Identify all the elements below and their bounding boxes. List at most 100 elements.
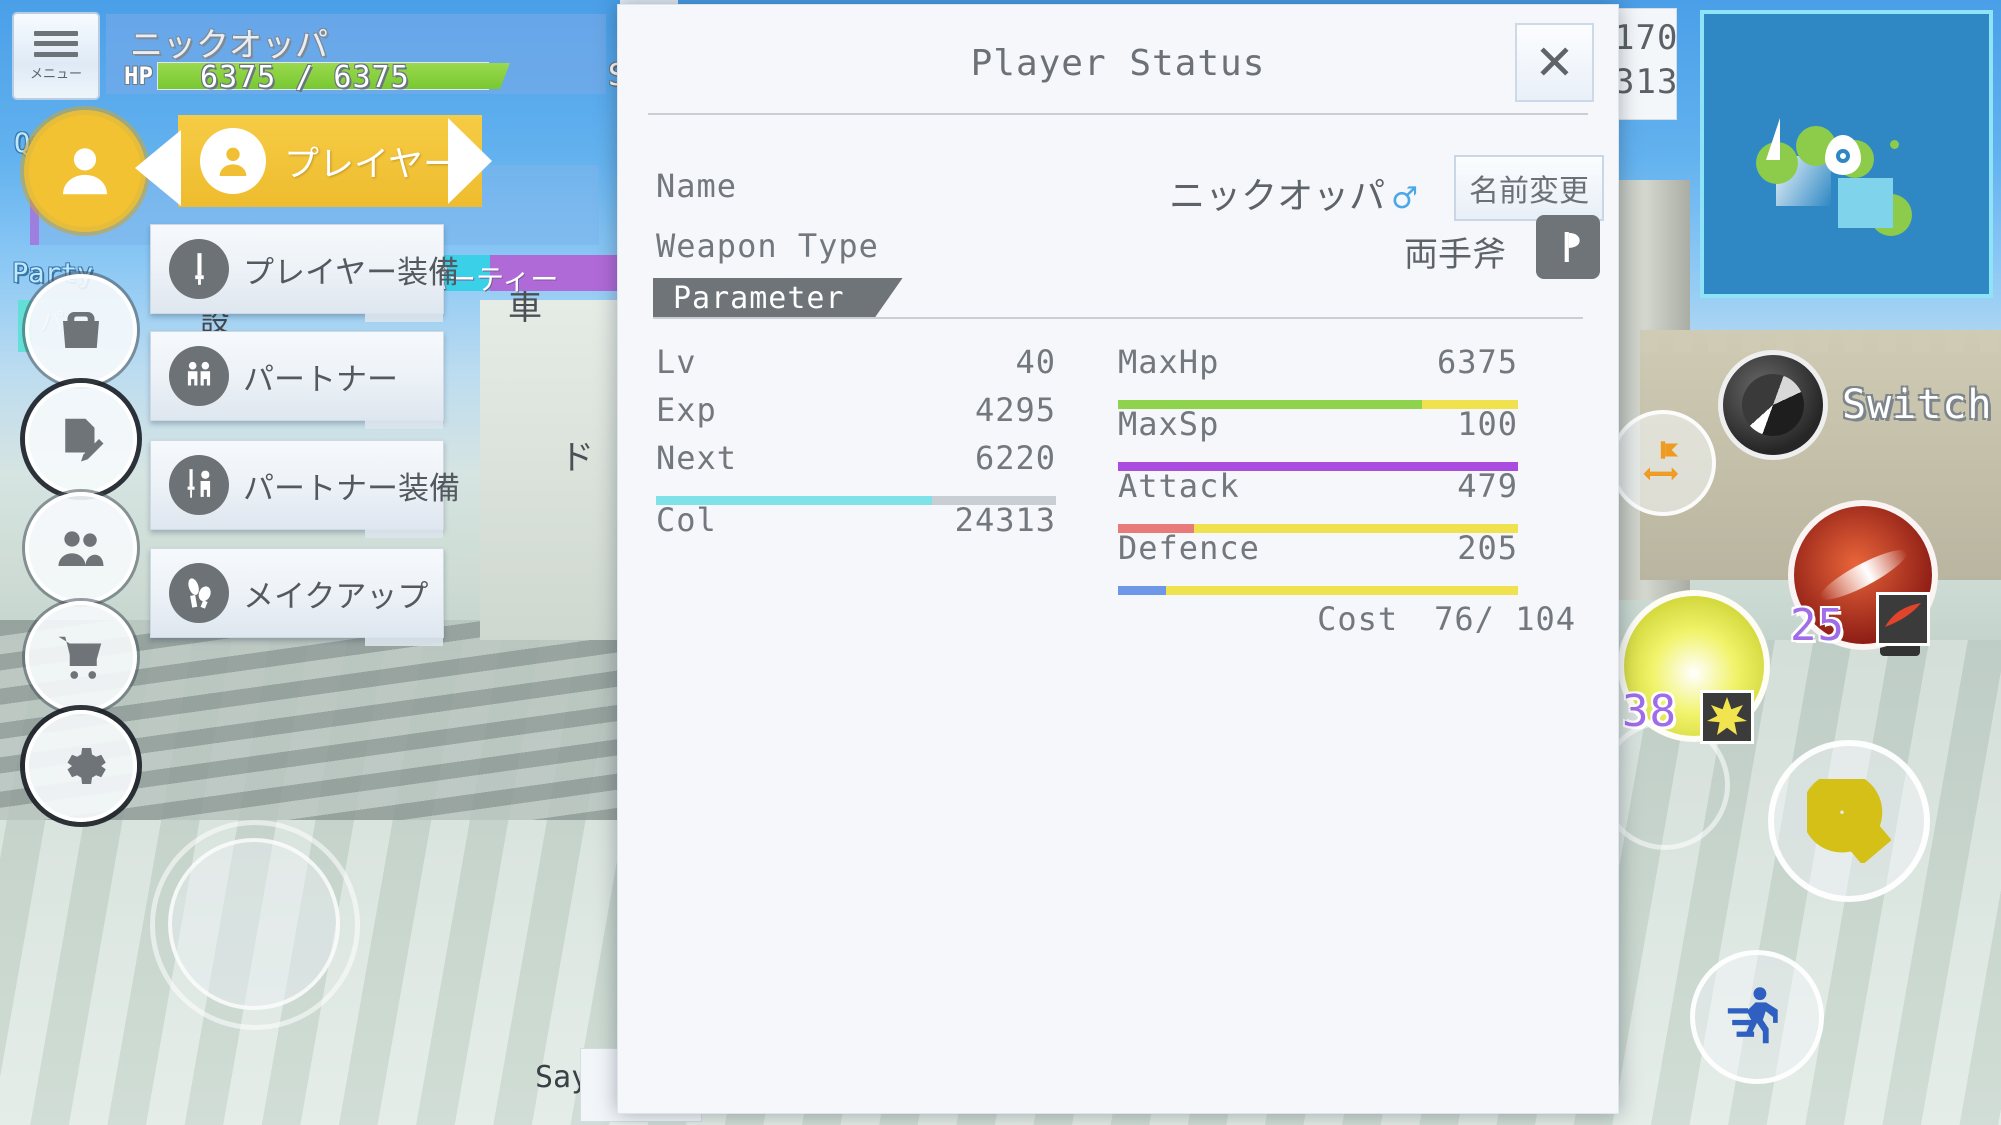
stat-value: 24313 (954, 501, 1056, 539)
inspect-button[interactable] (1768, 740, 1930, 902)
dialog-divider (648, 113, 1588, 115)
two-people-icon (169, 346, 229, 406)
stat-value: 6220 (974, 439, 1056, 477)
stat-readout-value-1: 170 (1614, 18, 1679, 58)
parameter-divider (653, 317, 1583, 319)
rename-button[interactable]: 名前変更 (1454, 155, 1604, 221)
quest-note-button[interactable] (25, 383, 137, 495)
skill-red-count: 25 (1790, 600, 1845, 651)
run-icon (1727, 987, 1778, 1044)
player-name-hud: ニックオッパ (130, 25, 328, 64)
close-icon: ✕ (1534, 34, 1575, 91)
skill-yellow-count: 38 (1622, 686, 1677, 737)
tab-player-label: プレイヤー (284, 144, 458, 185)
hp-label: HP (124, 62, 153, 90)
menu-button[interactable]: メニュー (12, 12, 100, 100)
stat-row: Col 24313 (656, 501, 1056, 549)
close-button[interactable]: ✕ (1515, 23, 1594, 102)
stat-bar (1118, 586, 1518, 595)
skill-yellow-chip-icon (1700, 690, 1754, 744)
submenu-item-partner-equip[interactable]: パートナー装備 (150, 440, 460, 538)
stat-row: Defence 205 (1118, 529, 1518, 595)
submenu-item-player-equip[interactable]: プレイヤー装備 (150, 224, 459, 322)
menu-button-label: メニュー (29, 66, 82, 82)
parameter-header-label: Parameter (673, 280, 845, 316)
stat-value: 6375 (1436, 343, 1518, 381)
magnifier-icon (1807, 779, 1891, 863)
stat-value: 40 (1015, 343, 1056, 381)
bag-button[interactable] (25, 274, 137, 386)
red-slash-icon (1885, 603, 1921, 627)
left-stat-column: Lv 40 Exp 4295 Next 6220 Col 24313 (656, 343, 1056, 549)
stat-value: 479 (1457, 467, 1518, 505)
player-tab-icon (200, 128, 266, 194)
hamburger-icon (34, 30, 78, 57)
dialog-title: Player Status (970, 43, 1266, 84)
stat-row: Lv 40 (656, 343, 1056, 391)
quest-note-icon (65, 418, 104, 462)
name-row: Name (656, 167, 737, 205)
stat-bar-fill (1118, 586, 1166, 595)
name-value: ニックオッパ (1169, 176, 1386, 217)
stat-key: Exp (656, 391, 717, 429)
stat-value: 4295 (974, 391, 1056, 429)
rename-button-label: 名前変更 (1469, 174, 1589, 209)
movement-joystick-knob[interactable] (168, 838, 340, 1010)
switch-control[interactable]: Switch (1718, 350, 1993, 460)
name-value-wrap: ニックオッパ ♂ (1169, 167, 1418, 219)
right-stat-column: MaxHp 6375 MaxSp 100 Attack 479 Defence 205 (1118, 343, 1518, 595)
minimap-player-marker (1825, 135, 1861, 175)
minimap-zone-rect (1838, 178, 1893, 228)
shop-button[interactable] (25, 601, 137, 713)
run-button[interactable] (1690, 950, 1824, 1084)
switch-button[interactable] (1718, 350, 1828, 460)
sword-person-icon (169, 455, 229, 515)
background-kanji-do: ド (560, 438, 594, 478)
submenu-label: パートナー装備 (243, 470, 460, 507)
submenu-item-partner[interactable]: パートナー (150, 331, 444, 429)
background-structure (480, 300, 630, 640)
axe-icon (1564, 232, 1580, 262)
axe-swap-icon (1643, 441, 1679, 481)
settings-gear-icon (67, 748, 106, 784)
makeup-icon (169, 563, 229, 623)
stat-value: 100 (1457, 405, 1518, 443)
weapon-type-label: Weapon Type (656, 227, 879, 265)
cost-label: Cost (1317, 600, 1399, 638)
stat-key: Defence (1118, 529, 1260, 567)
stat-key: MaxSp (1118, 405, 1220, 443)
parameter-section-header: Parameter (653, 278, 903, 318)
cost-row: Cost 76/ 104 (1317, 600, 1576, 638)
submenu-item-makeup[interactable]: メイクアップ (150, 548, 444, 646)
stat-value: 205 (1457, 529, 1518, 567)
tab-player[interactable]: プレイヤー (178, 115, 482, 207)
switch-swirl-icon (1742, 374, 1804, 436)
submenu-label: メイクアップ (243, 578, 429, 615)
submenu-label: パートナー (243, 361, 398, 398)
gender-symbol: ♂ (1391, 181, 1418, 216)
hp-value-text: 6375 / 6375 (200, 60, 410, 95)
skill-red-chip-icon (1876, 592, 1930, 646)
player-avatar-button[interactable] (24, 110, 146, 232)
cost-value: 76/ 104 (1434, 600, 1576, 638)
switch-label: Switch (1842, 382, 1993, 428)
bag-icon (63, 312, 99, 348)
stat-row: Next 6220 (656, 439, 1056, 505)
person-card-icon (219, 147, 247, 176)
stat-readout-value-2: 313 (1614, 62, 1679, 102)
person-icon (63, 148, 107, 195)
stat-row: MaxHp 6375 (1118, 343, 1518, 409)
settings-button[interactable] (25, 710, 137, 822)
player-tab-arrow-icon (448, 118, 492, 204)
stat-key: Col (656, 501, 717, 539)
weapon-swap-button[interactable] (1610, 410, 1716, 516)
friends-button[interactable] (25, 492, 137, 604)
stat-key: MaxHp (1118, 343, 1220, 381)
weapon-type-icon-box (1536, 215, 1600, 279)
shop-cart-icon (58, 636, 102, 679)
submenu-label: プレイヤー装備 (243, 254, 460, 291)
stat-key: Next (656, 439, 738, 477)
star-burst-icon (1707, 697, 1747, 735)
stat-key: Attack (1118, 467, 1240, 505)
name-label: Name (656, 167, 738, 205)
